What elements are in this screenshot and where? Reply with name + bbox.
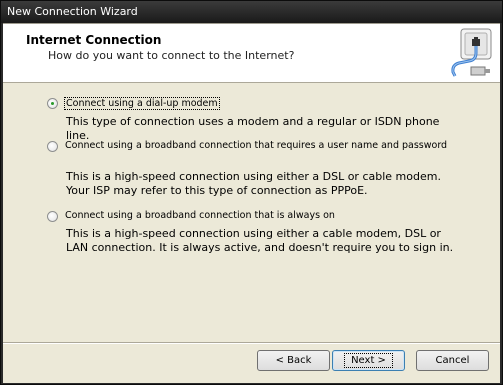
radio-broadband-login[interactable] [47,141,58,152]
next-button-label: Next > [344,353,393,368]
option-broadband-always-on-description: This is a high-speed connection using ei… [66,227,454,254]
cancel-button-label: Cancel [435,355,470,366]
back-button-label: < Back [275,355,312,366]
wizard-client-area: Internet Connection How do you want to c… [3,23,500,383]
wizard-header: Internet Connection How do you want to c… [3,24,500,83]
wizard-window: New Connection Wizard Internet Connectio… [0,0,503,385]
back-button[interactable]: < Back [257,350,330,371]
title-bar[interactable]: New Connection Wizard [1,1,502,23]
next-button[interactable]: Next > [332,350,405,371]
option-broadband-always-on-label[interactable]: Connect using a broadband connection tha… [64,210,336,221]
window-title: New Connection Wizard [7,5,138,18]
button-separator [3,342,500,344]
cancel-button[interactable]: Cancel [416,350,489,371]
option-dialup-label[interactable]: Connect using a dial-up modem [64,97,220,110]
page-subtitle: How do you want to connect to the Intern… [48,49,295,62]
option-dialup-description: This type of connection uses a modem and… [66,115,440,142]
option-broadband-login-label[interactable]: Connect using a broadband connection tha… [64,140,448,151]
option-broadband-login-description: This is a high-speed connection using ei… [66,170,441,197]
network-cable-icon [449,27,495,78]
radio-dialup[interactable] [47,98,58,109]
radio-broadband-always-on[interactable] [47,211,58,222]
page-title: Internet Connection [26,33,162,47]
